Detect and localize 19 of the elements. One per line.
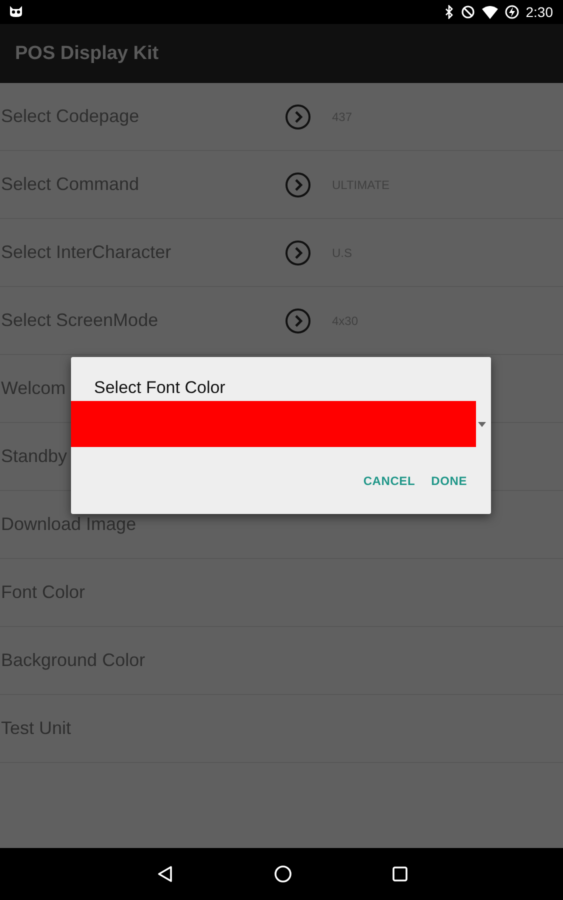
app-title: POS Display Kit [15,42,159,64]
cancel-button[interactable]: CANCEL [355,466,424,496]
chevron-circle-icon[interactable] [285,308,311,334]
wifi-icon [482,6,498,18]
battery-icon [504,5,519,19]
done-button[interactable]: DONE [423,466,475,496]
do-not-disturb-icon [460,5,475,19]
back-icon[interactable] [156,865,174,883]
chevron-circle-icon[interactable] [285,240,311,266]
notification-icon [8,5,24,19]
bluetooth-icon [444,5,454,19]
recents-icon[interactable] [392,866,408,882]
status-time: 2:30 [526,4,553,20]
color-dropdown[interactable] [71,401,476,447]
dropdown-arrow-icon[interactable] [478,422,486,426]
home-icon[interactable] [274,865,292,883]
chevron-circle-icon[interactable] [285,104,311,130]
dialog-title: Select Font Color [94,377,226,399]
chevron-circle-icon[interactable] [285,172,311,198]
